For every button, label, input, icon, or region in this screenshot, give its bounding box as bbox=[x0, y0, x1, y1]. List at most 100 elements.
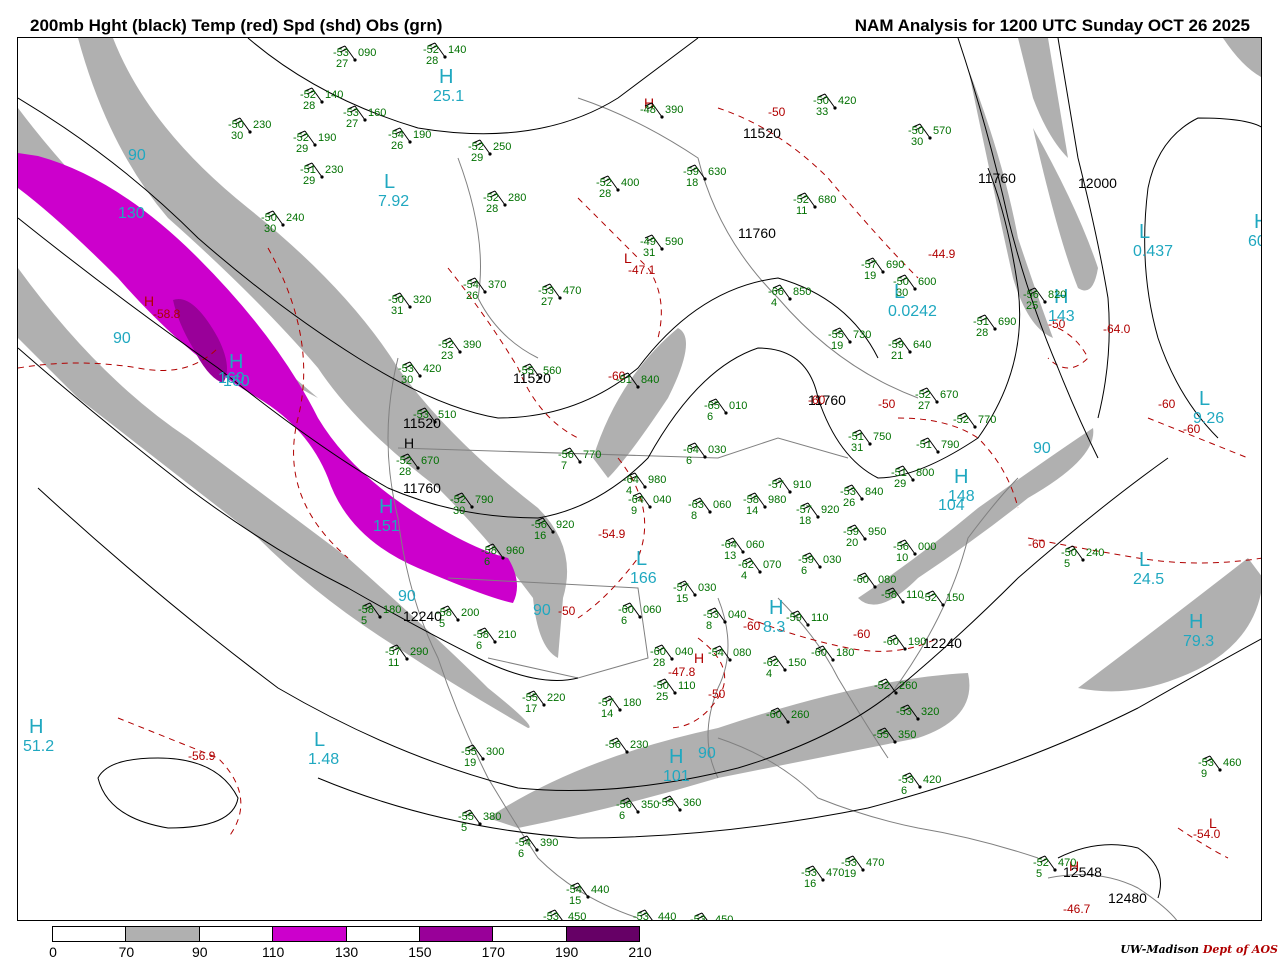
obs-temperature: -58 bbox=[881, 589, 897, 601]
obs-dewpoint: 29 bbox=[303, 175, 315, 187]
obs-temperature: -51 bbox=[916, 439, 932, 451]
obs-height: 670 bbox=[940, 389, 958, 401]
legend-swatch bbox=[199, 927, 274, 941]
legend-swatch bbox=[346, 927, 420, 941]
station-obs: -55 30019 bbox=[461, 744, 504, 769]
height-label: 11760 bbox=[403, 480, 441, 496]
extrema-value: 51.2 bbox=[23, 738, 54, 755]
obs-dewpoint: 27 bbox=[541, 296, 553, 308]
extrema-letter: H bbox=[29, 716, 43, 738]
obs-height: 080 bbox=[733, 647, 751, 659]
obs-dewpoint: 5 bbox=[361, 615, 367, 627]
obs-height: 240 bbox=[1086, 547, 1104, 559]
obs-height: 600 bbox=[918, 276, 936, 288]
station-obs: -55 3805 bbox=[458, 809, 501, 834]
obs-temperature: -55 bbox=[518, 365, 534, 377]
obs-height: 680 bbox=[818, 194, 836, 206]
obs-height: 320 bbox=[921, 706, 939, 718]
extrema-letter: H bbox=[144, 293, 154, 309]
obs-height: 320 bbox=[413, 294, 431, 306]
height-label: 11760 bbox=[738, 225, 776, 241]
obs-dewpoint: 7 bbox=[561, 460, 567, 472]
station-obs: -53 47019 bbox=[841, 855, 884, 880]
obs-dewpoint: 19 bbox=[844, 868, 856, 880]
obs-dewpoint: 23 bbox=[441, 350, 453, 362]
extrema-value: 101 bbox=[663, 768, 690, 785]
extrema-letter: H bbox=[1254, 211, 1262, 233]
obs-height: 140 bbox=[448, 44, 466, 56]
extrema-letter: H bbox=[669, 746, 683, 768]
extrema-value: 148 bbox=[948, 488, 975, 505]
credit-dept: Dept of AOS bbox=[1202, 943, 1278, 956]
obs-height: 350 bbox=[641, 799, 659, 811]
obs-dewpoint: 6 bbox=[518, 848, 524, 860]
station-obs: -53 84026 bbox=[840, 484, 883, 509]
extrema-value: 151 bbox=[373, 518, 400, 535]
station-obs: -58 98014 bbox=[743, 492, 786, 517]
obs-dewpoint: 8 bbox=[706, 620, 712, 632]
obs-height: 160 bbox=[368, 107, 386, 119]
station-obs: -51 790 bbox=[916, 437, 959, 454]
obs-height: 110 bbox=[678, 680, 696, 692]
station-obs: -62 1504 bbox=[763, 655, 806, 680]
obs-height: 090 bbox=[358, 47, 376, 59]
station-obs: -51 75031 bbox=[848, 429, 891, 454]
legend-tick: 130 bbox=[334, 944, 359, 960]
obs-dewpoint: 6 bbox=[707, 411, 713, 423]
obs-dewpoint: 28 bbox=[599, 188, 611, 200]
station-obs: -65 0106 bbox=[704, 398, 747, 423]
obs-temperature: -53 bbox=[633, 911, 649, 921]
obs-height: 420 bbox=[423, 363, 441, 375]
obs-height: 000 bbox=[918, 541, 936, 553]
obs-height: 250 bbox=[493, 141, 511, 153]
obs-height: 300 bbox=[486, 746, 504, 758]
obs-dewpoint: 14 bbox=[746, 505, 758, 517]
obs-temperature: -53 bbox=[543, 911, 559, 921]
obs-height: 730 bbox=[853, 329, 871, 341]
obs-dewpoint: 31 bbox=[643, 247, 655, 259]
obs-height: 370 bbox=[488, 279, 506, 291]
station-obs: -58 2005 bbox=[436, 605, 479, 630]
station-obs: -55 22017 bbox=[522, 690, 565, 715]
obs-height: 260 bbox=[899, 680, 917, 692]
station-obs: -53 450 bbox=[543, 909, 586, 921]
obs-dewpoint: 26 bbox=[843, 497, 855, 509]
obs-dewpoint: 8 bbox=[691, 510, 697, 522]
map-canvas: 1152011760120001152011760117601152011760… bbox=[18, 38, 1262, 921]
speed-legend-bar bbox=[52, 926, 640, 942]
legend-tick: 0 bbox=[49, 944, 57, 960]
station-obs: -53 42030 bbox=[398, 361, 441, 386]
obs-dewpoint: 29 bbox=[296, 143, 308, 155]
extrema-value: 9.26 bbox=[1193, 410, 1224, 427]
speed-label: 90 bbox=[398, 588, 416, 605]
obs-height: 190 bbox=[318, 132, 336, 144]
station-obs: -59 63018 bbox=[683, 164, 726, 189]
obs-height: 980 bbox=[648, 474, 666, 486]
extrema-letter: L bbox=[636, 548, 647, 570]
obs-dewpoint: 6 bbox=[686, 455, 692, 467]
station-obs: -57 18014 bbox=[598, 695, 641, 720]
station-obs: -52 39023 bbox=[438, 337, 481, 362]
station-obs: -64 0409 bbox=[628, 492, 671, 517]
extrema-letter: L bbox=[384, 171, 395, 193]
station-obs: -53 440 bbox=[633, 909, 676, 921]
obs-height: 030 bbox=[698, 582, 716, 594]
obs-height: 590 bbox=[665, 236, 683, 248]
obs-height: 570 bbox=[933, 125, 951, 137]
obs-height: 460 bbox=[1223, 757, 1241, 769]
obs-height: 080 bbox=[878, 574, 896, 586]
station-obs: -56 3506 bbox=[616, 797, 659, 822]
obs-temperature: -53 bbox=[896, 706, 912, 718]
extrema-value: 143 bbox=[1048, 308, 1075, 325]
obs-height: 190 bbox=[908, 636, 926, 648]
obs-dewpoint: 21 bbox=[891, 350, 903, 362]
obs-height: 230 bbox=[325, 164, 343, 176]
obs-dewpoint: 14 bbox=[601, 708, 613, 720]
station-obs: -56 7707 bbox=[558, 447, 601, 472]
obs-height: 220 bbox=[547, 692, 565, 704]
obs-dewpoint: 15 bbox=[676, 593, 688, 605]
station-obs: -50 60030 bbox=[893, 274, 936, 299]
obs-height: 390 bbox=[540, 837, 558, 849]
obs-temperature: -55 bbox=[658, 797, 674, 809]
obs-height: 640 bbox=[913, 339, 931, 351]
